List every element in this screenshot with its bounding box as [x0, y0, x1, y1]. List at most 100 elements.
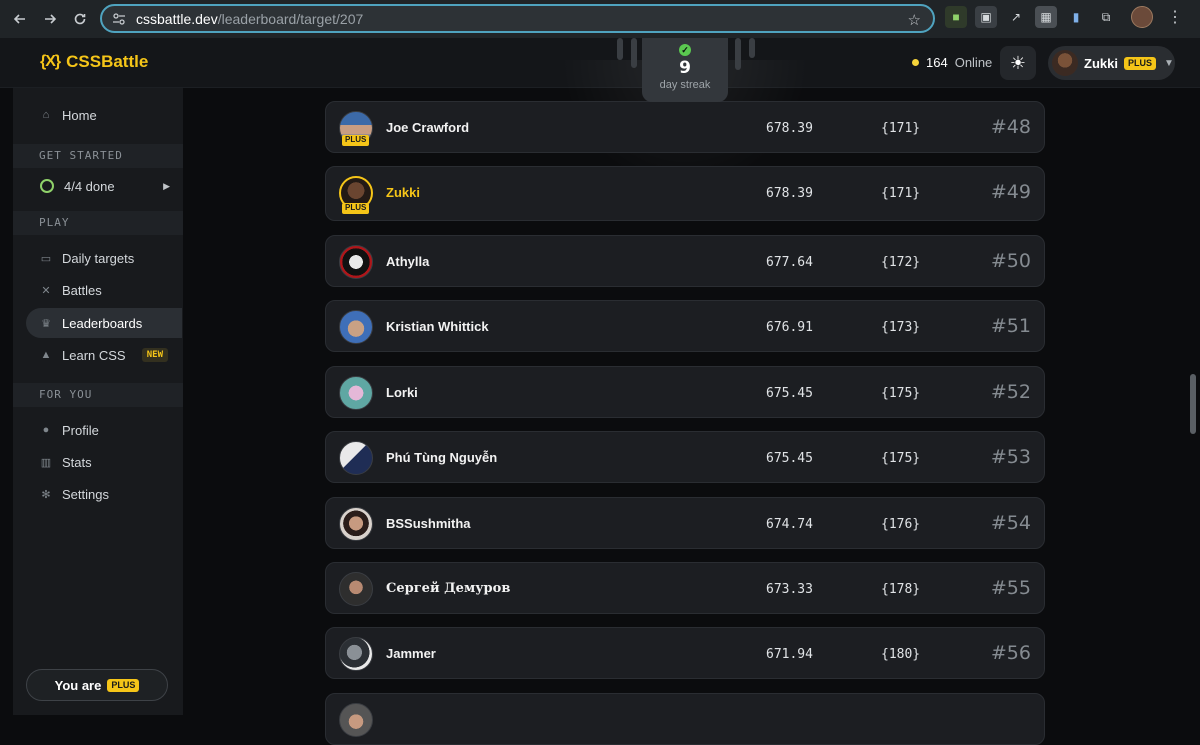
address-bar[interactable]: cssbattle.dev/leaderboard/target/207 ☆ [100, 4, 935, 33]
table-row[interactable]: PLUS Zukki 678.39 {171} #49 [325, 166, 1045, 221]
sidebar-item-progress[interactable]: 4/4 done ▶ [26, 171, 182, 201]
table-row[interactable]: PLUS Joe Crawford 678.39 {171} #48 [325, 101, 1045, 153]
profile-avatar[interactable] [1131, 6, 1153, 28]
sidebar-item-daily-targets[interactable]: ▭ Daily targets [26, 243, 182, 273]
extension-icon[interactable]: ▣ [975, 6, 997, 28]
player-rank: #52 [990, 381, 1031, 403]
extension-icon[interactable]: ▮ [1065, 6, 1087, 28]
bookmark-star-icon[interactable]: ☆ [908, 11, 921, 29]
player-rank: #49 [990, 181, 1031, 203]
sidebar-item-settings[interactable]: ✻ Settings [26, 479, 182, 509]
player-chars: {171} [881, 186, 921, 201]
sidebar-item-label: Learn CSS [62, 347, 126, 363]
user-icon: ● [42, 424, 50, 436]
menu-icon[interactable]: ⋮ [1167, 7, 1183, 27]
graduation-cap-icon: ▲ [40, 349, 52, 361]
player-rank: #50 [990, 250, 1031, 272]
calendar-icon: ▭ [40, 252, 52, 265]
plus-badge: PLUS [342, 203, 370, 214]
player-name: Phú Tùng Nguyễn [386, 450, 498, 465]
theme-toggle-button[interactable]: ☀ [1000, 46, 1036, 80]
player-name: Jammer [386, 646, 436, 661]
logo-text: CSSBattle [66, 52, 149, 71]
table-row[interactable]: Kristian Whittick 676.91 {173} #51 [325, 300, 1045, 352]
avatar [339, 507, 373, 541]
you-are-label: You are [54, 677, 102, 693]
sidebar-item-leaderboards[interactable]: ♛ Leaderboards [26, 308, 182, 338]
progress-label: 4/4 done [64, 178, 115, 194]
scrollbar-thumb[interactable] [1190, 374, 1196, 434]
forward-icon[interactable] [35, 4, 65, 34]
online-dot-icon [912, 59, 919, 66]
table-row[interactable]: Lorki 675.45 {175} #52 [325, 366, 1045, 418]
sidebar-item-label: Daily targets [62, 250, 135, 266]
sidebar-item-profile[interactable]: ● Profile [26, 415, 182, 445]
player-name: Сергей Демуров [386, 581, 511, 596]
plus-badge: PLUS [107, 678, 140, 692]
sidebar-item-label: Profile [62, 422, 99, 438]
player-rank: #53 [990, 446, 1031, 468]
online-indicator: 164 Online [912, 55, 992, 70]
sun-icon: ☀ [1009, 52, 1027, 73]
extension-icon[interactable]: ↗ [1005, 6, 1027, 28]
player-name: Athylla [386, 254, 430, 269]
streak-count: 9 [679, 58, 691, 78]
extension-icon[interactable]: ▦ [1035, 6, 1057, 28]
player-name: Joe Crawford [386, 120, 470, 135]
extensions-icon[interactable]: ⧉ [1095, 6, 1117, 28]
check-icon: ✓ [679, 44, 691, 56]
sidebar-item-battles[interactable]: ✕ Battles [26, 275, 182, 305]
table-row[interactable]: BSSushmitha 674.74 {176} #54 [325, 497, 1045, 549]
table-row[interactable]: Athylla 677.64 {172} #50 [325, 235, 1045, 287]
streak-decoration [631, 38, 637, 68]
player-score: 675.45 [766, 386, 813, 401]
table-row[interactable] [325, 693, 1045, 745]
url-domain: cssbattle.dev [136, 10, 218, 27]
table-row[interactable]: Сергей Демуров 673.33 {178} #55 [325, 562, 1045, 614]
streak-decoration [617, 38, 623, 60]
sidebar-item-stats[interactable]: ▥ Stats [26, 447, 182, 477]
user-menu-button[interactable]: Zukki PLUS ▼ [1048, 46, 1175, 80]
player-name: Kristian Whittick [386, 319, 489, 334]
section-title-for-you: FOR YOU [39, 388, 93, 401]
table-row[interactable]: Phú Tùng Nguyễn 675.45 {175} #53 [325, 431, 1045, 483]
table-row[interactable]: Jammer 671.94 {180} #56 [325, 627, 1045, 679]
sidebar-item-label: Stats [62, 454, 92, 470]
player-score: 674.74 [766, 517, 813, 532]
player-name: Zukki [386, 185, 420, 200]
home-icon: ⌂ [42, 109, 50, 121]
back-icon[interactable] [5, 4, 35, 34]
avatar [339, 637, 373, 671]
logo-mark: {X} [40, 53, 61, 70]
section-title-get-started: GET STARTED [39, 149, 123, 162]
avatar [1052, 50, 1078, 76]
player-rank: #48 [990, 116, 1031, 138]
reload-icon[interactable] [65, 4, 95, 34]
streak-badge[interactable]: ✓ 9 day streak [642, 38, 728, 102]
avatar [339, 441, 373, 475]
online-label: Online [954, 55, 993, 70]
sidebar-item-learn-css[interactable]: ▲ Learn CSS NEW [26, 340, 182, 370]
page-scrollbar[interactable] [1186, 88, 1200, 715]
swords-icon: ✕ [41, 284, 51, 297]
player-name: Lorki [386, 385, 418, 400]
logo[interactable]: {X} CSSBattle [40, 52, 148, 72]
extension-icon[interactable]: ■ [945, 6, 967, 28]
sidebar-item-label: Battles [62, 282, 102, 298]
trophy-icon: ♛ [41, 317, 51, 330]
sidebar-item-home[interactable]: ⌂ Home [26, 100, 182, 130]
section-title-play: PLAY [39, 216, 70, 229]
player-rank: #51 [990, 315, 1031, 337]
site-info-icon[interactable] [112, 12, 126, 26]
player-chars: {180} [881, 647, 921, 662]
bar-chart-icon: ▥ [40, 456, 52, 469]
player-chars: {175} [881, 386, 921, 401]
sidebar-item-label: Settings [62, 486, 109, 502]
sidebar-item-label: Home [62, 107, 97, 123]
avatar [339, 703, 373, 737]
user-name: Zukki [1084, 55, 1118, 71]
you-are-plus-button[interactable]: You are PLUS [26, 669, 168, 701]
player-chars: {175} [881, 451, 921, 466]
avatar [339, 376, 373, 410]
chevron-down-icon: ▼ [1163, 57, 1174, 69]
